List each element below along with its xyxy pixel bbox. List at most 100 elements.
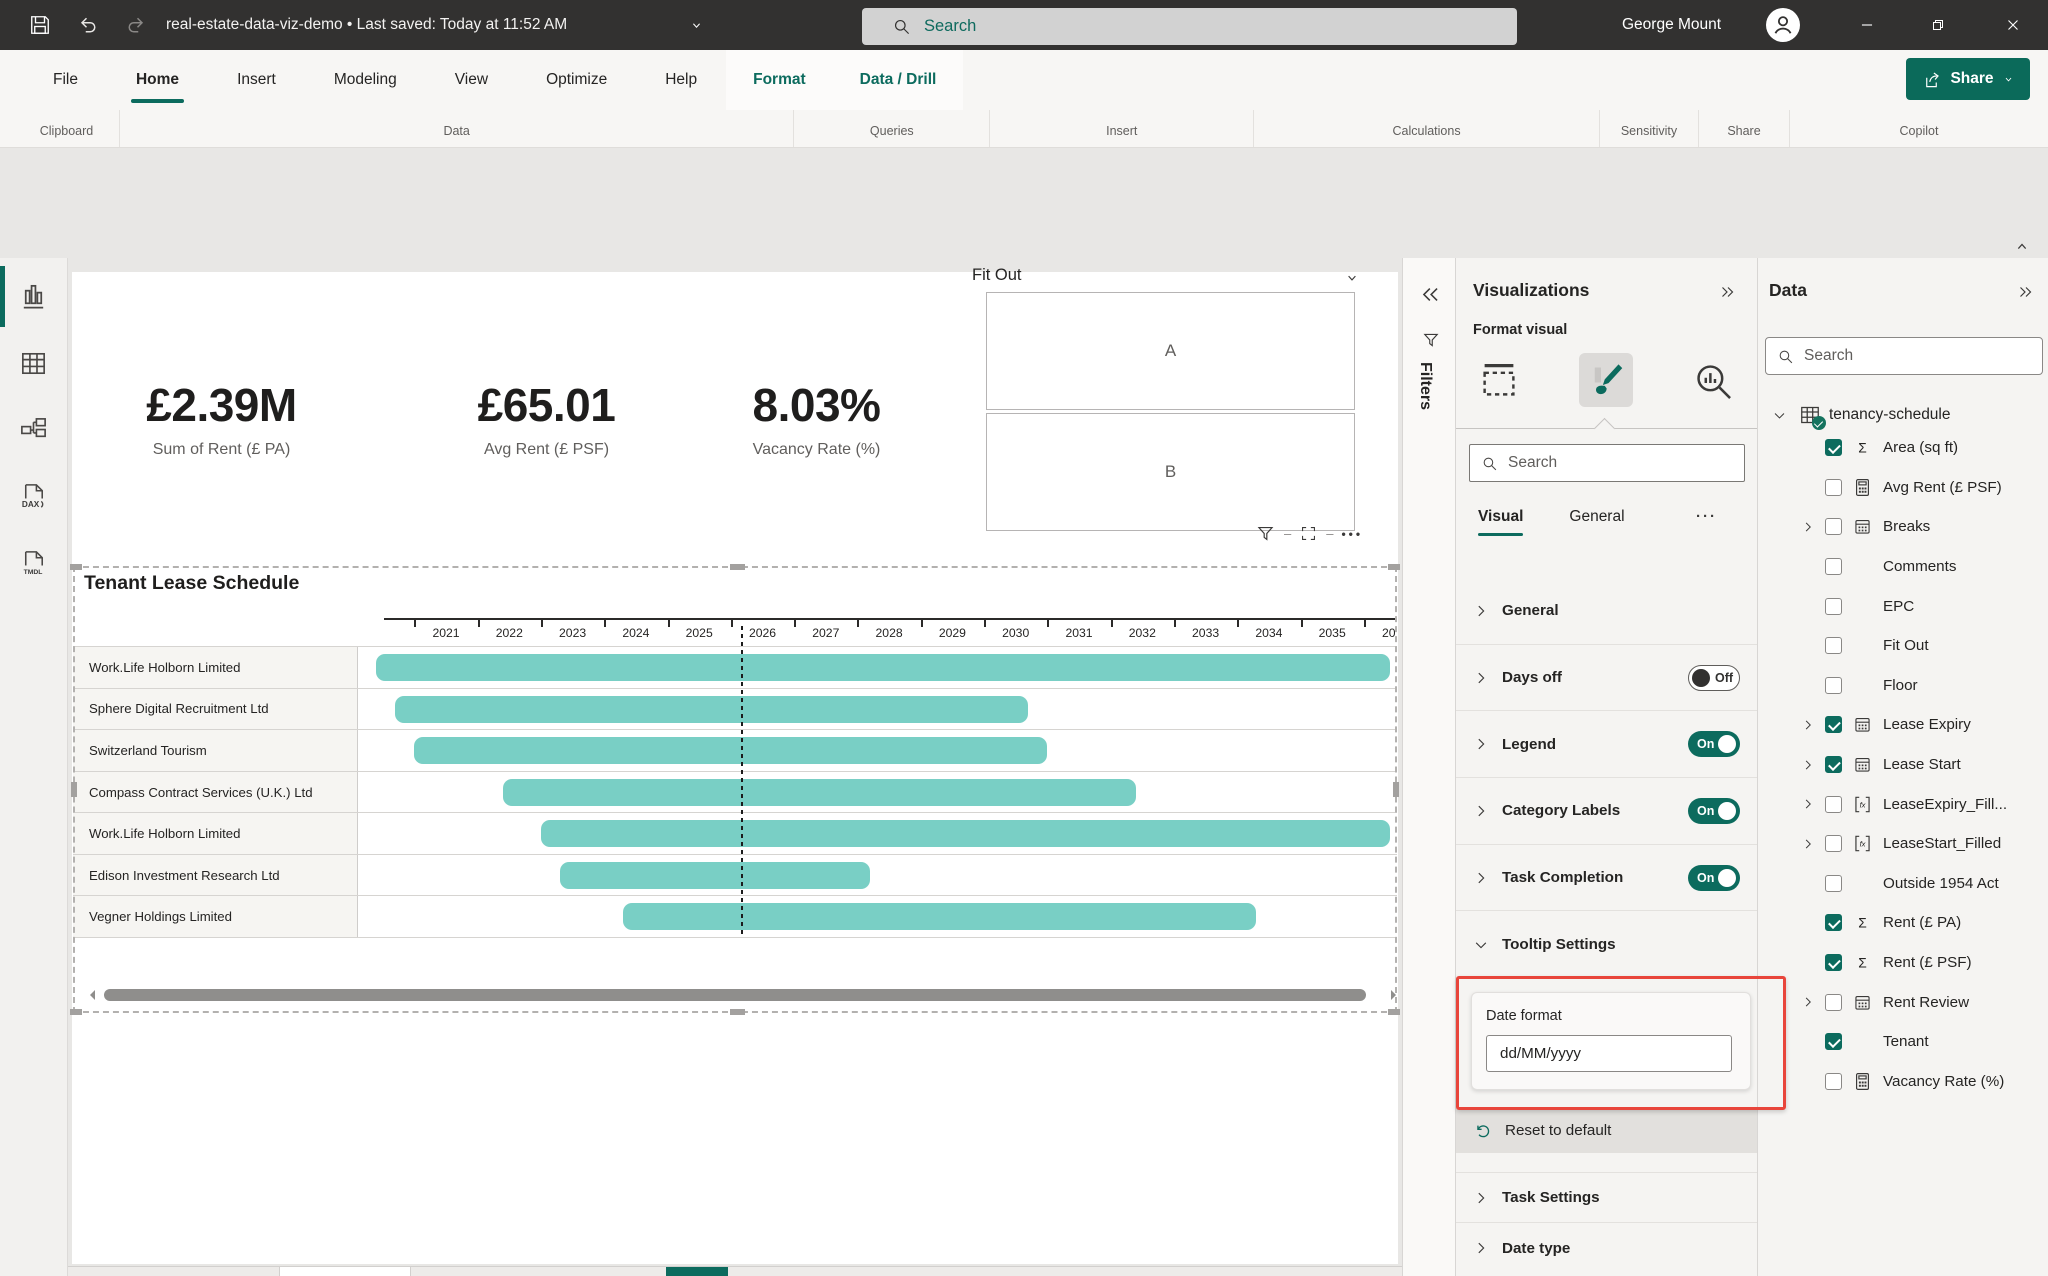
field-checkbox[interactable] (1825, 756, 1842, 773)
toggle-switch[interactable]: Off (1688, 665, 1740, 691)
gantt-bar[interactable] (541, 820, 1390, 847)
data-search-input[interactable] (1804, 347, 1984, 365)
field-checkbox[interactable] (1825, 954, 1842, 971)
model-view-button[interactable] (0, 397, 67, 464)
collapse-pane-icon[interactable] (1718, 284, 1737, 300)
field-row[interactable]: EPC (1758, 586, 2048, 626)
field-row[interactable]: Avg Rent (£ PSF) (1758, 468, 2048, 508)
redo-icon[interactable] (124, 13, 148, 37)
slicer-dropdown-icon[interactable] (1344, 272, 1360, 284)
format-search[interactable] (1469, 444, 1745, 482)
collapse-pane-icon[interactable] (2016, 284, 2035, 300)
format-section-row[interactable]: Category Labels On (1456, 778, 1758, 845)
focus-mode-icon[interactable] (1299, 524, 1318, 543)
field-row[interactable]: Lease Expiry (1758, 705, 2048, 745)
field-checkbox[interactable] (1825, 439, 1842, 456)
toggle-switch[interactable]: On (1688, 731, 1740, 757)
field-row[interactable]: Area (sq ft) (1758, 428, 2048, 468)
menu-tab[interactable]: Home (107, 50, 208, 110)
tmdl-view-button[interactable] (0, 531, 67, 598)
contextual-menu-tab[interactable]: Data / Drill (833, 50, 964, 110)
report-view-button[interactable] (0, 263, 67, 330)
gantt-row-label[interactable]: Edison Investment Research Ltd (73, 855, 358, 896)
avatar[interactable] (1766, 8, 1800, 42)
contextual-menu-tab[interactable]: Format (726, 50, 833, 110)
reset-to-default-button[interactable]: Reset to default (1456, 1108, 1758, 1153)
field-checkbox[interactable] (1825, 598, 1842, 615)
global-search-input[interactable] (924, 17, 1324, 36)
gantt-bar[interactable] (503, 779, 1136, 806)
expand-chevron-icon[interactable] (1802, 798, 1814, 810)
field-row[interactable]: Rent (£ PA) (1758, 903, 2048, 943)
dax-query-view-button[interactable] (0, 464, 67, 531)
expand-chevron-icon[interactable] (1802, 838, 1814, 850)
build-visual-icon[interactable] (1476, 356, 1522, 404)
format-section-row[interactable]: Tooltip Settings (1456, 911, 1758, 978)
date-format-input[interactable] (1486, 1035, 1732, 1072)
analytics-icon[interactable] (1692, 358, 1734, 404)
format-tab[interactable]: General (1569, 508, 1624, 536)
table-view-button[interactable] (0, 330, 67, 397)
field-checkbox[interactable] (1825, 518, 1842, 535)
menu-tab[interactable]: Modeling (305, 50, 426, 110)
more-options-icon[interactable]: ••• (1341, 527, 1363, 541)
gantt-bar[interactable] (623, 903, 1256, 930)
global-search[interactable] (862, 8, 1517, 45)
field-checkbox[interactable] (1825, 637, 1842, 654)
format-section-row[interactable]: Date type (1456, 1223, 1758, 1273)
expand-chevron-icon[interactable] (1802, 521, 1814, 533)
format-tab[interactable]: Visual (1478, 508, 1523, 536)
scroll-right-arrow[interactable] (1391, 990, 1396, 1000)
gantt-row-label[interactable]: Compass Contract Services (U.K.) Ltd (73, 772, 358, 813)
menu-tab[interactable]: View (426, 50, 517, 110)
field-checkbox[interactable] (1825, 875, 1842, 892)
slicer-item[interactable]: A (986, 292, 1355, 410)
format-section-row[interactable]: Days off Off (1456, 645, 1758, 712)
field-checkbox[interactable] (1825, 716, 1842, 733)
field-checkbox[interactable] (1825, 914, 1842, 931)
undo-icon[interactable] (76, 13, 100, 37)
menu-tab[interactable]: File (24, 50, 107, 110)
field-row[interactable]: Outside 1954 Act (1758, 864, 2048, 904)
field-row[interactable]: Comments (1758, 547, 2048, 587)
format-section-row[interactable]: Task Completion On (1456, 845, 1758, 912)
field-row[interactable]: Lease Start (1758, 745, 2048, 785)
field-checkbox[interactable] (1825, 796, 1842, 813)
restore-button[interactable] (1930, 17, 1946, 33)
field-row[interactable]: Rent Review (1758, 982, 2048, 1022)
menu-tab[interactable]: Help (636, 50, 726, 110)
gantt-row-label[interactable]: Work.Life Holborn Limited (73, 647, 358, 688)
page-tab-accent[interactable] (666, 1267, 728, 1276)
field-row[interactable]: Fit Out (1758, 626, 2048, 666)
page-tab[interactable] (279, 1267, 411, 1276)
format-section-row[interactable]: Task Settings (1456, 1173, 1758, 1223)
slicer-item[interactable]: B (986, 413, 1355, 531)
more-options-icon[interactable]: ··· (1696, 508, 1717, 525)
format-section-row[interactable]: General (1456, 578, 1758, 645)
field-checkbox[interactable] (1825, 677, 1842, 694)
field-checkbox[interactable] (1825, 835, 1842, 852)
gantt-row-label[interactable]: Switzerland Tourism (73, 730, 358, 771)
toggle-switch[interactable]: On (1688, 865, 1740, 891)
field-row[interactable]: LeaseStart_Filled (1758, 824, 2048, 864)
kpi-card[interactable]: 8.03% Vacancy Rate (%) (684, 378, 949, 459)
menu-tab[interactable]: Optimize (517, 50, 636, 110)
toggle-switch[interactable]: On (1688, 798, 1740, 824)
field-checkbox[interactable] (1825, 994, 1842, 1011)
field-row[interactable]: Vacancy Rate (%) (1758, 1062, 2048, 1102)
gantt-row-label[interactable]: Work.Life Holborn Limited (73, 813, 358, 854)
minimize-button[interactable] (1858, 16, 1876, 34)
close-button[interactable] (2004, 16, 2022, 34)
scrollbar-thumb[interactable] (104, 989, 1366, 1001)
field-checkbox[interactable] (1825, 1073, 1842, 1090)
expand-chevron-icon[interactable] (1802, 759, 1814, 771)
expand-chevron-icon[interactable] (1802, 719, 1814, 731)
ribbon-collapse-button[interactable] (2014, 238, 2034, 254)
format-search-input[interactable] (1508, 454, 1688, 472)
gantt-horizontal-scrollbar[interactable] (90, 988, 1396, 1003)
gantt-bar[interactable] (395, 696, 1028, 723)
kpi-card[interactable]: £2.39M Sum of Rent (£ PA) (89, 378, 354, 459)
field-row[interactable]: LeaseExpiry_Fill... (1758, 784, 2048, 824)
format-visual-icon-selected[interactable] (1579, 353, 1633, 407)
gantt-bar[interactable] (376, 654, 1390, 681)
